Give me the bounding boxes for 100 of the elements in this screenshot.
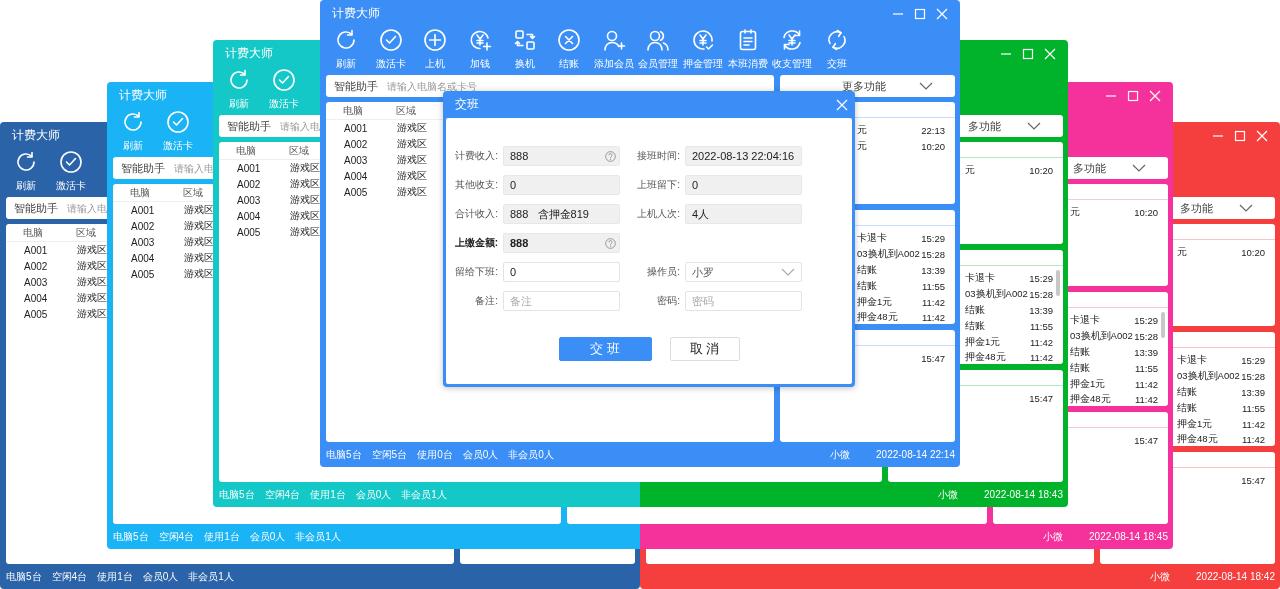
- field-label: 合计收入:: [454, 207, 498, 221]
- log-time: 11:42: [1134, 378, 1158, 390]
- user-name: 小微: [938, 487, 959, 502]
- log-text: 押金1元: [1070, 377, 1107, 391]
- log-time: 11:55: [921, 280, 945, 292]
- status-text: 使用0台: [417, 447, 453, 462]
- log-time: 10:20: [1029, 165, 1053, 177]
- log-time: 15:29: [1029, 273, 1053, 285]
- status-text: 空闲4台: [51, 569, 88, 584]
- table-cell-text: 游戏区: [77, 307, 108, 321]
- log-text: 03换机到A002: [965, 288, 1029, 302]
- table-cell-text: 游戏区: [184, 203, 215, 217]
- status-text: 非会员1人: [188, 569, 234, 584]
- user-name: 小微: [1150, 569, 1171, 584]
- log-text: 押金48元: [965, 351, 1007, 365]
- table-cell-text: A005: [24, 308, 49, 320]
- log-time: 15:47: [921, 353, 945, 365]
- table-cell-text: A001: [344, 122, 369, 134]
- log-text: 元: [1177, 246, 1188, 260]
- table-cell-text: A004: [344, 170, 369, 182]
- log-text: 元: [1070, 206, 1081, 220]
- table-cell-text: A005: [237, 226, 262, 238]
- window-title: 计费大师: [119, 87, 167, 104]
- log-time: 15:29: [1241, 355, 1265, 367]
- table-cell-text: 游戏区: [184, 251, 215, 265]
- log-time: 15:47: [1134, 435, 1158, 447]
- table-cell-text: 游戏区: [397, 137, 428, 151]
- log-text: 结账: [857, 264, 878, 277]
- log-time: 11:42: [921, 312, 945, 324]
- log-text: 卡退卡: [1177, 354, 1208, 368]
- table-cell-text: A003: [131, 236, 156, 248]
- log-time: 11:42: [1134, 394, 1158, 406]
- table-cell-text: A001: [131, 204, 156, 216]
- table-cell-text: 游戏区: [290, 177, 321, 191]
- table-cell-text: A004: [237, 210, 262, 222]
- log-text: 元: [857, 124, 868, 138]
- status-text: 会员0人: [355, 487, 392, 502]
- status-text: 非会员1人: [401, 487, 447, 502]
- log-time: 11:55: [1134, 362, 1158, 374]
- table-cell-text: 游戏区: [77, 291, 108, 305]
- status-text: 使用1台: [310, 487, 346, 502]
- log-text: 03换机到A002: [857, 248, 921, 262]
- log-time: 15:28: [1029, 289, 1053, 301]
- log-time: 10:20: [1134, 207, 1158, 219]
- table-cell-text: 游戏区: [397, 185, 428, 199]
- log-time: 13:39: [1029, 305, 1053, 316]
- log-time: 11:55: [1029, 320, 1053, 332]
- user-name: 小微: [830, 447, 851, 462]
- log-text: 结账: [1070, 346, 1091, 359]
- log-text: 押金1元: [857, 295, 894, 309]
- status-time: 2022-08-14 18:43: [984, 489, 1063, 500]
- table-cell-text: A002: [131, 220, 156, 232]
- column-header: 区域: [289, 143, 310, 158]
- dialog-title: 交班: [455, 96, 479, 113]
- table-cell-text: A004: [131, 252, 156, 264]
- field-label: 接班时间:: [636, 149, 680, 163]
- log-time: 13:39: [1241, 387, 1265, 398]
- log-text: 押金48元: [1070, 393, 1112, 407]
- log-text: 结账: [1177, 386, 1198, 399]
- status-text: 电脑5台: [113, 529, 149, 544]
- field-label: 备注:: [474, 294, 498, 308]
- log-text: 卡退卡: [965, 272, 996, 286]
- table-cell-text: 游戏区: [184, 267, 215, 281]
- table-cell-text: A005: [131, 268, 156, 280]
- log-text: 元: [857, 140, 868, 154]
- status-text: 使用1台: [97, 569, 133, 584]
- table-cell-text: A002: [344, 138, 369, 150]
- log-text: 结账: [857, 279, 878, 293]
- log-text: 元: [965, 164, 976, 178]
- log-time: 10:20: [921, 141, 945, 153]
- column-header: 区域: [76, 225, 97, 240]
- status-time: 2022-08-14 22:14: [876, 449, 955, 460]
- log-time: 13:39: [1134, 347, 1158, 358]
- table-cell-text: A003: [237, 194, 262, 206]
- log-text: 押金48元: [857, 311, 899, 325]
- table-cell-text: A001: [237, 162, 262, 174]
- column-header: 区域: [183, 185, 204, 200]
- log-time: 11:42: [1029, 352, 1053, 364]
- status-text: 会员0人: [462, 447, 499, 462]
- log-time: 15:29: [921, 233, 945, 245]
- status-text: 使用1台: [204, 529, 240, 544]
- column-header: 区域: [396, 103, 417, 118]
- window-title: 计费大师: [332, 5, 380, 22]
- log-time: 15:47: [1029, 393, 1053, 405]
- assistant-label: 智能助手: [14, 200, 58, 216]
- table-cell-text: 游戏区: [397, 153, 428, 167]
- table-cell-text: A002: [24, 260, 49, 272]
- table-cell-text: 游戏区: [77, 259, 108, 273]
- status-text: 会员0人: [249, 529, 286, 544]
- table-cell-text: A001: [24, 244, 49, 256]
- window-title: 计费大师: [12, 127, 60, 144]
- table-cell-text: 游戏区: [184, 219, 215, 233]
- column-header: 电脑: [130, 185, 151, 200]
- status-text: 电脑5台: [219, 487, 255, 502]
- table-cell-text: 游戏区: [184, 235, 215, 249]
- table-cell-text: A003: [344, 154, 369, 166]
- log-text: 押金1元: [1177, 417, 1214, 431]
- table-cell-text: 游戏区: [397, 121, 428, 135]
- log-text: 押金1元: [965, 335, 1002, 349]
- field-label: 上机人次:: [636, 207, 680, 221]
